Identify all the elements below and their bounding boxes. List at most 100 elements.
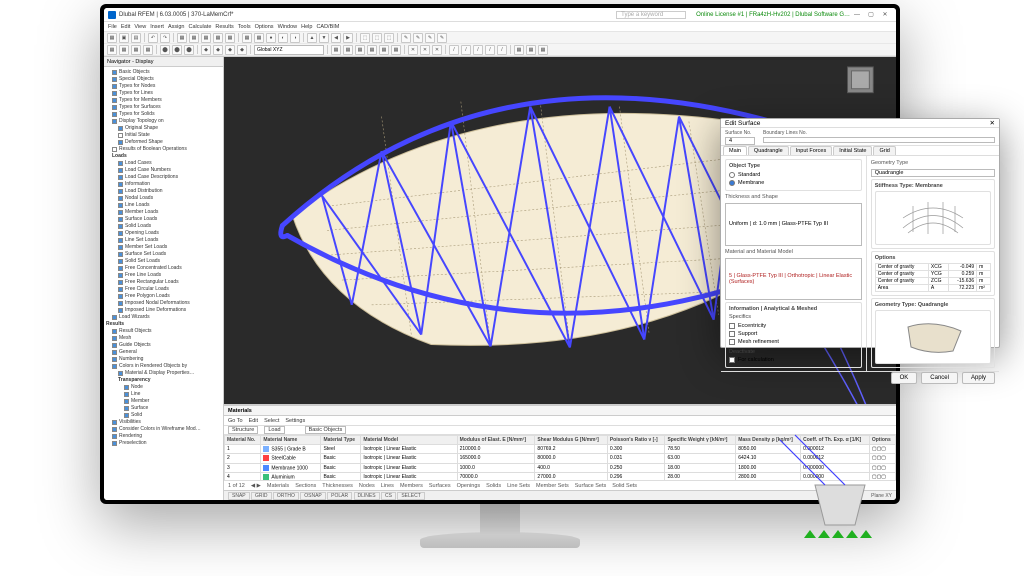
tool-btn[interactable]: ◑ xyxy=(290,33,300,43)
mat-edit[interactable]: Edit xyxy=(249,418,258,424)
tool-btn[interactable]: ▦ xyxy=(107,45,117,55)
tool-btn[interactable]: ▦ xyxy=(131,45,141,55)
geometry-select[interactable]: Quadrangle xyxy=(871,169,995,177)
dialog-titlebar[interactable]: Edit Surface ✕ xyxy=(721,119,999,128)
navigator-tree[interactable]: Basic ObjectsSpecial ObjectsTypes for No… xyxy=(104,67,223,449)
thickness-select[interactable]: Uniform | d: 1.0 mm | Glass-PTFE Typ III xyxy=(725,203,862,246)
material-select[interactable]: 5 | Glass-PTFE Typ III | Orthotropic | L… xyxy=(725,258,862,301)
chk-eccentricity[interactable] xyxy=(729,323,735,329)
menu-help[interactable]: Help xyxy=(301,24,312,30)
menu-results[interactable]: Results xyxy=(215,24,233,30)
ok-button[interactable]: OK xyxy=(891,372,918,384)
tool-btn[interactable]: / xyxy=(461,45,471,55)
tab-initial-state[interactable]: Initial State xyxy=(833,146,872,155)
tab-basic-obj[interactable]: Basic Objects xyxy=(305,426,347,434)
tool-btn[interactable]: ▦ xyxy=(331,45,341,55)
tool-btn[interactable]: ✕ xyxy=(408,45,418,55)
tool-btn[interactable]: ▦ xyxy=(143,45,153,55)
minimize-button[interactable]: — xyxy=(850,12,864,18)
tool-btn[interactable]: ▦ xyxy=(514,45,524,55)
surface-no-field[interactable]: 4 xyxy=(725,137,755,145)
tool-btn[interactable]: ▲ xyxy=(307,33,317,43)
tool-btn[interactable]: ✎ xyxy=(413,33,423,43)
tab-grid[interactable]: Grid xyxy=(873,146,895,155)
menu-tools[interactable]: Tools xyxy=(238,24,251,30)
materials-table[interactable]: Material No.Material NameMaterial TypeMa… xyxy=(224,435,896,480)
coord-selector[interactable]: Global XYZ xyxy=(254,45,324,55)
tab-quadrangle[interactable]: Quadrangle xyxy=(748,146,789,155)
tool-btn[interactable]: ● xyxy=(266,33,276,43)
mat-select[interactable]: Select xyxy=(264,418,279,424)
tool-btn[interactable]: ⬚ xyxy=(372,33,382,43)
tool-btn[interactable]: ▦ xyxy=(367,45,377,55)
tool-btn[interactable]: ▦ xyxy=(119,45,129,55)
tool-btn[interactable]: / xyxy=(449,45,459,55)
tool-open[interactable]: ▣ xyxy=(119,33,129,43)
tool-btn[interactable]: ▦ xyxy=(391,45,401,55)
tab-input-forces[interactable]: Input Forces xyxy=(790,146,833,155)
mat-settings[interactable]: Settings xyxy=(285,418,305,424)
tool-btn[interactable]: ◆ xyxy=(201,45,211,55)
search-box[interactable]: Type a keyword xyxy=(616,11,686,19)
tool-btn[interactable]: ⬤ xyxy=(184,45,194,55)
tool-btn[interactable]: / xyxy=(485,45,495,55)
chk-deactivate[interactable] xyxy=(729,357,735,363)
tool-btn[interactable]: ▶ xyxy=(343,33,353,43)
tool-btn[interactable]: ⬤ xyxy=(172,45,182,55)
boundary-field[interactable] xyxy=(763,137,995,143)
close-button[interactable]: ✕ xyxy=(878,11,892,18)
tool-btn[interactable]: ▦ xyxy=(343,45,353,55)
tool-btn[interactable]: ⬚ xyxy=(384,33,394,43)
menu-window[interactable]: Window xyxy=(278,24,298,30)
tab-main[interactable]: Main xyxy=(723,146,747,155)
cancel-button[interactable]: Cancel xyxy=(921,372,958,384)
tool-btn[interactable]: / xyxy=(497,45,507,55)
tool-btn[interactable]: ✕ xyxy=(420,45,430,55)
tool-btn[interactable]: ◆ xyxy=(225,45,235,55)
tool-btn[interactable]: ▦ xyxy=(201,33,211,43)
tool-btn[interactable]: ▦ xyxy=(526,45,536,55)
tool-btn[interactable]: / xyxy=(473,45,483,55)
tool-btn[interactable]: ◀ xyxy=(331,33,341,43)
tool-btn[interactable]: ▦ xyxy=(225,33,235,43)
tool-redo[interactable]: ↷ xyxy=(160,33,170,43)
tab-structure[interactable]: Structure xyxy=(228,426,258,434)
tool-btn[interactable]: ✎ xyxy=(425,33,435,43)
tool-btn[interactable]: ◆ xyxy=(237,45,247,55)
tool-new[interactable]: ▦ xyxy=(107,33,117,43)
tool-btn[interactable]: ▦ xyxy=(355,45,365,55)
tool-btn[interactable]: ⬚ xyxy=(360,33,370,43)
tool-btn[interactable]: ✎ xyxy=(437,33,447,43)
maximize-button[interactable]: ▢ xyxy=(864,11,878,18)
tool-btn[interactable]: ▦ xyxy=(177,33,187,43)
radio-standard[interactable] xyxy=(729,172,735,178)
tool-undo[interactable]: ↶ xyxy=(148,33,158,43)
menu-options[interactable]: Options xyxy=(255,24,274,30)
tool-btn[interactable]: ▦ xyxy=(189,33,199,43)
menu-assign[interactable]: Assign xyxy=(168,24,185,30)
apply-button[interactable]: Apply xyxy=(962,372,995,384)
tool-btn[interactable]: ▦ xyxy=(379,45,389,55)
chk-support[interactable] xyxy=(729,331,735,337)
tab-load[interactable]: Load xyxy=(264,426,284,434)
radio-membrane[interactable] xyxy=(729,180,735,186)
menu-file[interactable]: File xyxy=(108,24,117,30)
tool-save[interactable]: ▤ xyxy=(131,33,141,43)
menu-edit[interactable]: Edit xyxy=(121,24,130,30)
tool-btn[interactable]: ▦ xyxy=(254,33,264,43)
tool-btn[interactable]: ✕ xyxy=(432,45,442,55)
tool-btn[interactable]: ▼ xyxy=(319,33,329,43)
tool-btn[interactable]: ▦ xyxy=(242,33,252,43)
tool-btn[interactable]: ⬤ xyxy=(160,45,170,55)
tool-btn[interactable]: ◐ xyxy=(278,33,288,43)
menu-view[interactable]: View xyxy=(134,24,146,30)
tool-btn[interactable]: ▦ xyxy=(538,45,548,55)
tool-btn[interactable]: ▦ xyxy=(213,33,223,43)
menu-insert[interactable]: Insert xyxy=(150,24,164,30)
menu-cadbim[interactable]: CAD/BIM xyxy=(316,24,339,30)
tool-btn[interactable]: ◆ xyxy=(213,45,223,55)
menu-calculate[interactable]: Calculate xyxy=(188,24,211,30)
dialog-close[interactable]: ✕ xyxy=(990,119,995,127)
tool-btn[interactable]: ✎ xyxy=(401,33,411,43)
mat-goto[interactable]: Go To xyxy=(228,418,243,424)
